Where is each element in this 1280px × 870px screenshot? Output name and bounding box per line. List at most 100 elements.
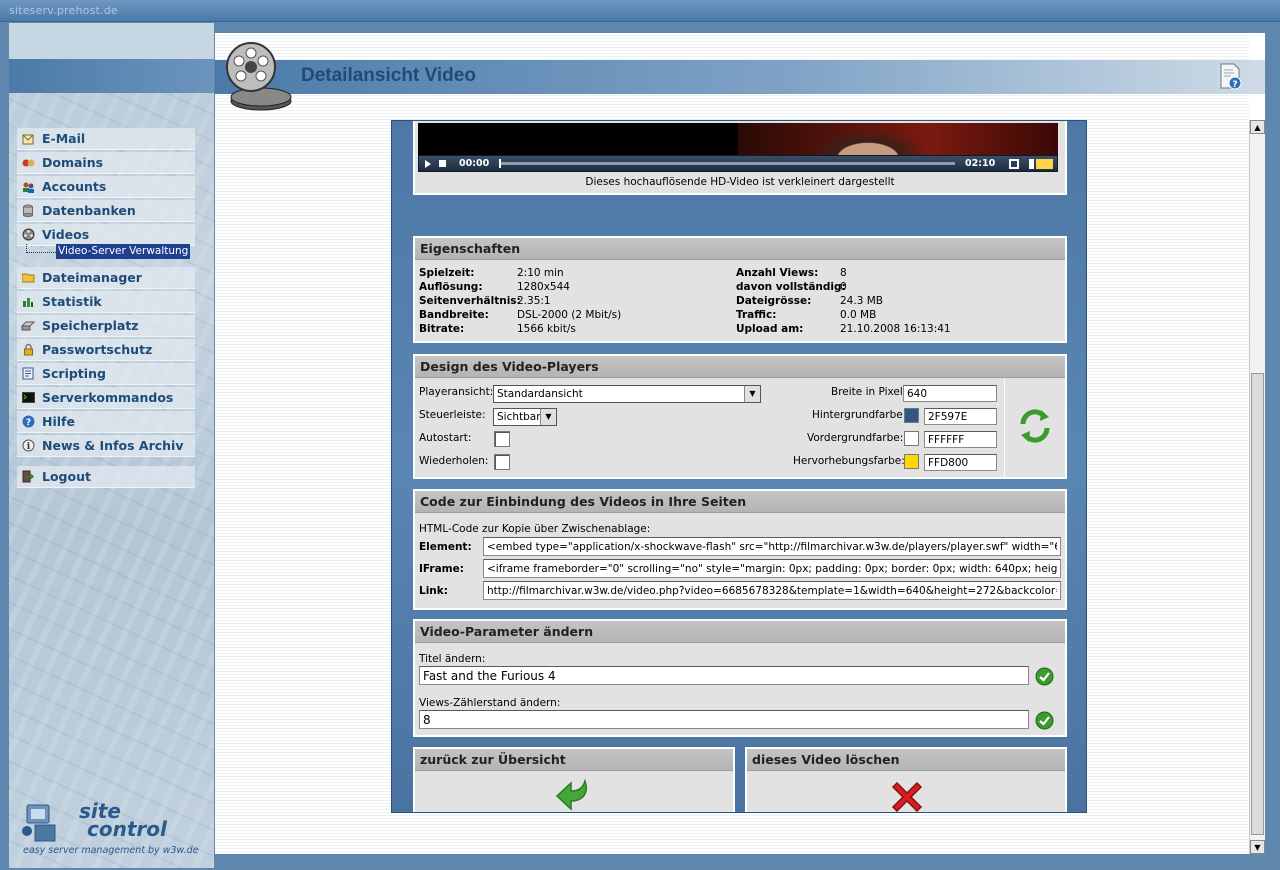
hervorhebung-input[interactable] — [924, 454, 997, 471]
sidebar-item-dateimanager[interactable]: Dateimanager — [17, 267, 195, 289]
wiederholen-checkbox[interactable] — [494, 454, 510, 470]
script-icon — [21, 367, 35, 381]
logout-icon — [21, 470, 35, 484]
sidebar-item-label: Videos — [42, 227, 90, 242]
sidebar-item-accounts[interactable]: Accounts — [17, 176, 195, 198]
help-document-icon[interactable]: ? — [1219, 63, 1243, 91]
prop-label: Bandbreite: — [419, 309, 489, 321]
video-frame[interactable] — [418, 123, 1058, 155]
prop-value: 8 — [840, 267, 847, 279]
progress-handle[interactable] — [499, 159, 501, 168]
sitecontrol-logo: site control easy server management by w… — [21, 799, 211, 859]
sidebar-item-serverkommandos[interactable]: Serverkommandos — [17, 387, 195, 409]
sidebar-item-videos[interactable]: Videos — [17, 224, 195, 246]
stop-icon[interactable] — [439, 160, 446, 167]
sidebar-item-scripting[interactable]: Scripting — [17, 363, 195, 385]
steuerleiste-select[interactable]: Sichtbar ▼ — [493, 408, 557, 426]
titel-input[interactable] — [419, 666, 1029, 685]
vertical-scrollbar[interactable]: ▲ ▼ — [1249, 120, 1265, 854]
scroll-up-button[interactable]: ▲ — [1250, 120, 1265, 134]
back-panel[interactable]: zurück zur Übersicht — [413, 747, 735, 813]
prop-value: DSL-2000 (2 Mbit/s) — [517, 309, 622, 321]
fullscreen-icon[interactable] — [1009, 159, 1019, 169]
sidebar-item-label: Domains — [42, 155, 104, 170]
element-label: Element: — [419, 541, 472, 553]
sidebar-item-email[interactable]: E-Mail — [17, 128, 195, 150]
prop-label: Upload am: — [736, 323, 804, 335]
delete-x-icon[interactable] — [889, 779, 925, 813]
scroll-thumb[interactable] — [1251, 373, 1264, 835]
hintergrund-input[interactable] — [924, 408, 997, 425]
code-intro: HTML-Code zur Kopie über Zwischenablage: — [419, 523, 651, 535]
hervorhebung-swatch[interactable] — [904, 454, 919, 469]
sidebar-band — [9, 59, 214, 93]
sidebar-item-speicherplatz[interactable]: Speicherplatz — [17, 315, 195, 337]
divider — [1004, 379, 1005, 477]
delete-panel[interactable]: dieses Video löschen — [745, 747, 1067, 813]
breite-input[interactable] — [903, 385, 997, 402]
prop-value: 0.0 MB — [840, 309, 877, 321]
prop-label: Bitrate: — [419, 323, 465, 335]
sidebar-item-passwortschutz[interactable]: Passwortschutz — [17, 339, 195, 361]
design-panel: Design des Video-Players Playeransicht: … — [413, 354, 1067, 479]
mail-icon — [21, 132, 35, 146]
autostart-label: Autostart: — [419, 432, 472, 444]
prop-value: 1566 kbit/s — [517, 323, 576, 335]
sidebar-item-logout[interactable]: Logout — [17, 466, 195, 488]
scroll-down-button[interactable]: ▼ — [1250, 840, 1265, 854]
svg-text:?: ? — [25, 418, 30, 428]
element-code-input[interactable] — [483, 537, 1061, 556]
refresh-icon[interactable] — [1018, 408, 1052, 444]
sidebar-item-news[interactable]: i News & Infos Archiv — [17, 435, 195, 457]
vordergrund-input[interactable] — [924, 431, 997, 448]
back-arrow-icon[interactable] — [555, 779, 593, 813]
sidebar-subitem-video-server[interactable]: Video-Server Verwaltung — [56, 244, 191, 259]
prop-label: Seitenverhältnis: — [419, 295, 521, 307]
time-current: 00:00 — [459, 158, 490, 169]
prop-value: 1280x544 — [517, 281, 570, 293]
play-icon[interactable] — [425, 160, 431, 168]
views-input[interactable] — [419, 710, 1029, 729]
sidebar-item-domains[interactable]: Domains — [17, 152, 195, 174]
prop-value: 0 — [840, 281, 847, 293]
volume-icon[interactable] — [1029, 159, 1053, 169]
prop-value: 21.10.2008 16:13:41 — [840, 323, 951, 335]
sidebar-item-statistik[interactable]: Statistik — [17, 291, 195, 313]
progress-bar[interactable] — [499, 162, 955, 165]
save-views-check-icon[interactable] — [1035, 711, 1054, 730]
host-label: siteserv.prehost.de — [9, 4, 118, 17]
sidebar: E-Mail Domains Accounts Datenbanken Vide… — [9, 23, 214, 868]
page-header: Detailansicht Video — [215, 60, 1265, 94]
sidebar-item-hilfe[interactable]: ? Hilfe — [17, 411, 195, 433]
playeransicht-select[interactable]: Standardansicht ▼ — [493, 385, 761, 403]
code-title: Code zur Einbindung des Videos in Ihre S… — [415, 491, 1065, 513]
prop-label: Dateigrösse: — [736, 295, 812, 307]
save-title-check-icon[interactable] — [1035, 667, 1054, 686]
prop-label: Traffic: — [736, 309, 777, 321]
vordergrund-swatch[interactable] — [904, 431, 919, 446]
logo-figure-icon — [22, 804, 56, 842]
iframe-code-input[interactable] — [483, 559, 1061, 578]
time-total: 02:10 — [965, 158, 996, 169]
sidebar-item-label: Scripting — [42, 366, 106, 381]
logo-line2: control — [87, 817, 167, 841]
chevron-down-icon: ▼ — [540, 409, 556, 425]
main-area: Detailansicht Video ? 00:00 02:10 Dieses… — [214, 32, 1266, 855]
player-note: Dieses hochauflösende HD-Video ist verkl… — [585, 176, 895, 188]
prop-label: Anzahl Views: — [736, 267, 819, 279]
prop-value: 2:10 min — [517, 267, 564, 279]
breite-label: Breite in Pixel: — [831, 386, 907, 398]
hervorhebung-label: Hervorhebungsfarbe: — [793, 455, 905, 467]
info-icon: i — [21, 439, 35, 453]
eigenschaften-title: Eigenschaften — [415, 238, 1065, 260]
link-label: Link: — [419, 585, 448, 597]
hintergrund-swatch[interactable] — [904, 408, 919, 423]
player-controls: 00:00 02:10 — [418, 155, 1058, 172]
steuerleiste-label: Steuerleiste: — [419, 409, 486, 421]
sidebar-item-label: Logout — [42, 469, 91, 484]
sidebar-item-datenbanken[interactable]: Datenbanken — [17, 200, 195, 222]
logo-tagline: easy server management by w3w.de — [23, 845, 199, 856]
tree-connector — [26, 244, 56, 253]
autostart-checkbox[interactable] — [494, 431, 510, 447]
link-code-input[interactable] — [483, 581, 1061, 600]
